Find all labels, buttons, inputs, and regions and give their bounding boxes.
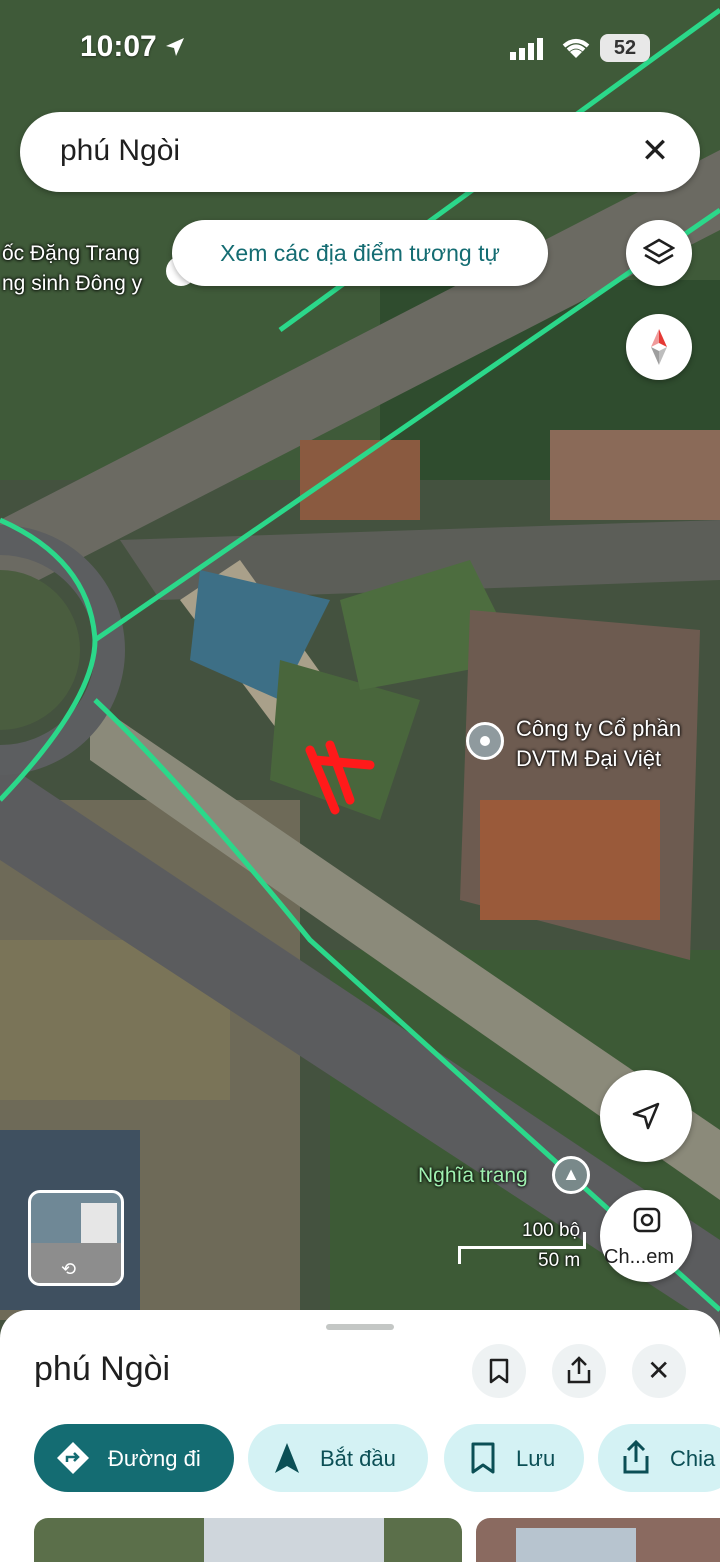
clear-search-icon[interactable]: ✕ xyxy=(638,134,672,168)
street-view-thumbnail[interactable]: ⟲ xyxy=(28,1190,124,1286)
cemetery-pin-icon[interactable]: ▲ xyxy=(552,1156,590,1194)
wifi-icon xyxy=(560,36,592,65)
layers-icon xyxy=(642,237,676,274)
compass-button[interactable] xyxy=(626,314,692,380)
rotate-360-icon: ⟲ xyxy=(61,1259,77,1279)
similar-places-button[interactable]: Xem các địa điểm tương tự xyxy=(172,220,548,286)
camera-lens-icon xyxy=(632,1206,662,1241)
map-label-poi-line2[interactable]: ng sinh Đông y xyxy=(2,272,142,296)
share-place-button[interactable] xyxy=(552,1344,606,1398)
start-label: Bắt đầu xyxy=(320,1446,396,1471)
map-label-company-line2[interactable]: DVTM Đại Việt xyxy=(516,746,661,772)
clock: 10:07 xyxy=(80,30,157,63)
company-pin-icon[interactable] xyxy=(466,722,504,760)
bookmark-icon xyxy=(470,1442,496,1480)
bookmark-icon xyxy=(488,1358,510,1389)
close-sheet-button[interactable]: ✕ xyxy=(632,1344,686,1398)
lens-label: Ch...em xyxy=(604,1246,675,1268)
status-bar: 10:07 52 xyxy=(0,0,720,100)
signal-icon xyxy=(510,38,544,65)
directions-button[interactable]: Đường đi xyxy=(34,1424,234,1492)
share-icon xyxy=(566,1356,592,1389)
share-label: Chia xyxy=(670,1446,716,1471)
directions-icon xyxy=(56,1441,90,1481)
map-label-company-line1[interactable]: Công ty Cổ phần xyxy=(516,716,681,742)
start-button[interactable]: Bắt đầu xyxy=(248,1424,428,1492)
share-button[interactable]: Chia xyxy=(598,1424,720,1492)
scale-bar: 100 bộ 50 m xyxy=(458,1220,588,1271)
my-location-button[interactable] xyxy=(600,1070,692,1162)
save-place-button[interactable] xyxy=(472,1344,526,1398)
location-arrow-icon xyxy=(164,36,186,58)
lens-button[interactable]: Ch...em xyxy=(600,1190,692,1282)
navigation-arrow-icon xyxy=(630,1100,662,1137)
sheet-drag-handle[interactable] xyxy=(326,1324,394,1330)
map-label-poi-line1[interactable]: ốc Đặng Trang xyxy=(2,242,140,266)
place-title: phú Ngòi xyxy=(34,1350,171,1388)
compass-icon xyxy=(645,329,673,370)
share-icon xyxy=(622,1439,650,1480)
place-photo[interactable] xyxy=(34,1518,462,1562)
scale-imperial: 100 bộ xyxy=(522,1220,581,1241)
scale-metric: 50 m xyxy=(538,1250,581,1271)
layers-button[interactable] xyxy=(626,220,692,286)
directions-label: Đường đi xyxy=(108,1446,201,1471)
map-label-cemetery[interactable]: Nghĩa trang xyxy=(418,1164,528,1188)
place-photo[interactable] xyxy=(476,1518,720,1562)
search-query[interactable]: phú Ngòi xyxy=(60,134,180,168)
close-icon: ✕ xyxy=(647,1355,671,1386)
search-bar[interactable]: phú Ngòi ✕ xyxy=(20,112,700,192)
navigation-icon xyxy=(274,1442,300,1480)
place-bottom-sheet[interactable]: phú Ngòi ✕ Đường đi Bắt đầu Lưu Chia xyxy=(0,1310,720,1562)
save-button[interactable]: Lưu xyxy=(444,1424,584,1492)
save-label: Lưu xyxy=(516,1446,556,1471)
battery-icon: 52 xyxy=(600,34,650,62)
